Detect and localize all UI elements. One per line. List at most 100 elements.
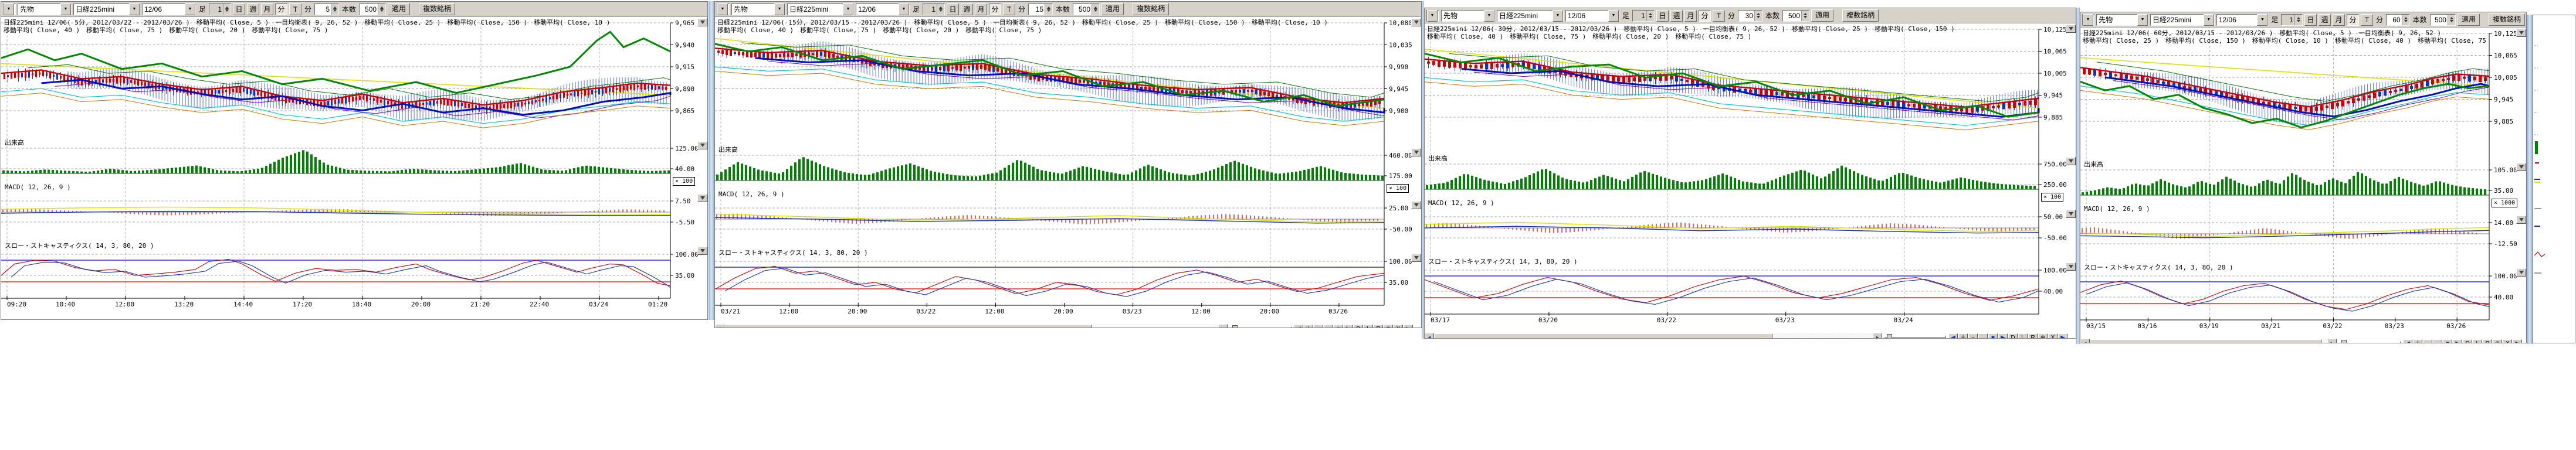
multi-symbol-button[interactable]: 複数銘柄 — [1842, 9, 1879, 22]
macd-collapse-button[interactable] — [2066, 210, 2076, 218]
nav-button-4[interactable]: ■ — [2443, 339, 2452, 343]
spin-down-icon[interactable] — [380, 9, 384, 12]
spin-up-icon[interactable] — [1757, 13, 1760, 15]
period-button-2[interactable]: 月 — [2333, 14, 2345, 26]
symbol-combo[interactable]: 日経225mini▼ — [1497, 10, 1564, 22]
period-button-4[interactable]: T — [2361, 14, 2373, 26]
multi-symbol-button[interactable]: 複数銘柄 — [2489, 13, 2525, 26]
nav-button-7[interactable]: L — [2473, 339, 2482, 343]
contract-combo[interactable]: 12/06▼ — [1565, 10, 1619, 22]
period-button-4[interactable]: T — [1713, 10, 1725, 22]
scroll-right-button[interactable]: ▶ — [2327, 339, 2337, 343]
nav-button-9[interactable]: ⊕ — [2493, 339, 2502, 343]
stoch-collapse-button[interactable] — [697, 247, 707, 255]
apply-button[interactable]: 適用 — [1811, 9, 1833, 22]
interval-spinner[interactable]: 60 — [2386, 14, 2410, 26]
price-collapse-button[interactable] — [2066, 25, 2076, 33]
spin-down-icon[interactable] — [2450, 20, 2453, 22]
spin-down-icon[interactable] — [1804, 16, 1807, 18]
scroll-left-button[interactable]: ◀ — [1425, 333, 1434, 338]
spinner-arrows-icon[interactable] — [1092, 4, 1099, 15]
period-button-4[interactable]: T — [289, 4, 301, 15]
scroll-left-button[interactable]: ◀ — [2080, 339, 2090, 343]
period-button-1[interactable]: 週 — [1670, 10, 1683, 22]
period-button-1[interactable]: 週 — [247, 4, 259, 15]
volume-collapse-button[interactable] — [697, 141, 707, 149]
bars-count-spinner[interactable]: 500 — [2430, 14, 2456, 26]
interval-spinner[interactable]: 15 — [1028, 4, 1053, 15]
nav-button-10[interactable]: X — [2048, 333, 2058, 339]
period-button-0[interactable]: 日 — [233, 4, 245, 15]
macd-collapse-button[interactable] — [2516, 216, 2526, 224]
chart-plot-area[interactable]: 10,12510,06510,0059,9459,885750.00250.00… — [1425, 23, 2076, 338]
zoom-slider[interactable] — [1228, 324, 1293, 328]
zoom-slider-grip[interactable] — [1887, 334, 1892, 338]
nav-button-5[interactable]: ▶ — [1998, 333, 2008, 339]
period-button-0[interactable]: 日 — [2304, 14, 2317, 26]
multi-symbol-button[interactable]: 複数銘柄 — [1133, 3, 1169, 15]
period-button-2[interactable]: 月 — [1684, 10, 1697, 22]
contract-combo[interactable]: 12/06▼ — [2216, 14, 2269, 26]
nav-button-1[interactable]: ＋ — [2413, 339, 2422, 343]
nav-button-9[interactable]: ⊕ — [2038, 333, 2048, 339]
nav-button-2[interactable]: − — [1314, 325, 1323, 328]
period-button-1[interactable]: 週 — [2319, 14, 2331, 26]
bars-count-spinner[interactable]: 500 — [1782, 10, 1809, 22]
symbol-combo[interactable]: 日経225mini▼ — [787, 4, 854, 15]
scrollbar-track[interactable] — [2321, 339, 2327, 343]
nav-button-10[interactable]: X — [1394, 325, 1403, 328]
period-button-3[interactable]: 分 — [1699, 10, 1711, 22]
spin-up-icon[interactable] — [2404, 17, 2408, 19]
nav-button-11[interactable]: ▶ — [2058, 333, 2067, 339]
scrollbar-track[interactable] — [1092, 324, 1218, 328]
chart-plot-area[interactable]: 10,08010,0359,9909,9459,900460.00175.002… — [715, 17, 1421, 328]
apply-button[interactable]: 適用 — [388, 3, 410, 15]
zoom-slider-grip[interactable] — [2341, 340, 2347, 343]
spin-down-icon[interactable] — [1757, 16, 1760, 18]
spin-up-icon[interactable] — [333, 6, 337, 9]
nav-button-6[interactable]: D — [1354, 325, 1363, 328]
nav-button-3[interactable]: ↔ — [1324, 325, 1333, 328]
volume-collapse-button[interactable] — [2066, 157, 2076, 165]
spinner-arrows-icon[interactable] — [331, 4, 338, 15]
nav-button-3[interactable]: ↔ — [2433, 339, 2442, 343]
nav-button-1[interactable]: ＋ — [1304, 325, 1313, 328]
price-collapse-button[interactable] — [2516, 29, 2526, 37]
chart-type-combo[interactable]: ▼ — [717, 4, 730, 15]
zoom-slider-grip[interactable] — [1232, 325, 1238, 328]
spin-down-icon[interactable] — [2404, 20, 2408, 22]
chart-plot-area[interactable]: 9,9659,9409,9159,8909,865125.0040.007.50… — [1, 17, 707, 319]
price-collapse-button[interactable] — [1411, 18, 1421, 26]
interval-spinner[interactable]: 30 — [1738, 10, 1762, 22]
nav-button-7[interactable]: L — [2018, 333, 2028, 339]
zoom-slider[interactable] — [2337, 339, 2402, 343]
nav-button-11[interactable]: ▶ — [2513, 339, 2522, 343]
contract-combo[interactable]: 12/06▼ — [142, 4, 196, 15]
period-button-1[interactable]: 週 — [961, 4, 973, 15]
stoch-collapse-button[interactable] — [1411, 254, 1421, 262]
scroll-left-button[interactable]: ◀ — [715, 324, 724, 328]
chart-type-combo[interactable]: ▼ — [1426, 10, 1439, 22]
nav-button-0[interactable]: ◀ — [2403, 339, 2412, 343]
spin-up-icon[interactable] — [1047, 6, 1050, 9]
price-collapse-button[interactable] — [697, 18, 707, 26]
chart-plot-area[interactable] — [2533, 15, 2575, 343]
spin-up-icon[interactable] — [2450, 17, 2453, 19]
nav-button-1[interactable]: ＋ — [1958, 333, 1968, 339]
nav-button-5[interactable]: ▶ — [2453, 339, 2462, 343]
apply-button[interactable]: 適用 — [2458, 13, 2480, 26]
period-button-0[interactable]: 日 — [1656, 10, 1669, 22]
spin-down-icon[interactable] — [1094, 9, 1097, 12]
symbol-combo[interactable]: 日経225mini▼ — [2150, 14, 2215, 26]
spinner-arrows-icon[interactable] — [378, 4, 385, 15]
interval-spinner[interactable]: 5 — [314, 4, 339, 15]
scroll-right-button[interactable]: ▶ — [1873, 333, 1882, 338]
volume-collapse-button[interactable] — [1411, 148, 1421, 156]
scrollbar-thumb[interactable] — [724, 325, 1092, 328]
macd-collapse-button[interactable] — [1411, 201, 1421, 209]
chart-type-combo[interactable]: ▼ — [2082, 14, 2094, 26]
market-combo[interactable]: 先物▼ — [2096, 14, 2148, 26]
stoch-collapse-button[interactable] — [2066, 262, 2076, 271]
period-button-0[interactable]: 日 — [947, 4, 959, 15]
scrollbar-thumb[interactable] — [1434, 333, 1772, 338]
